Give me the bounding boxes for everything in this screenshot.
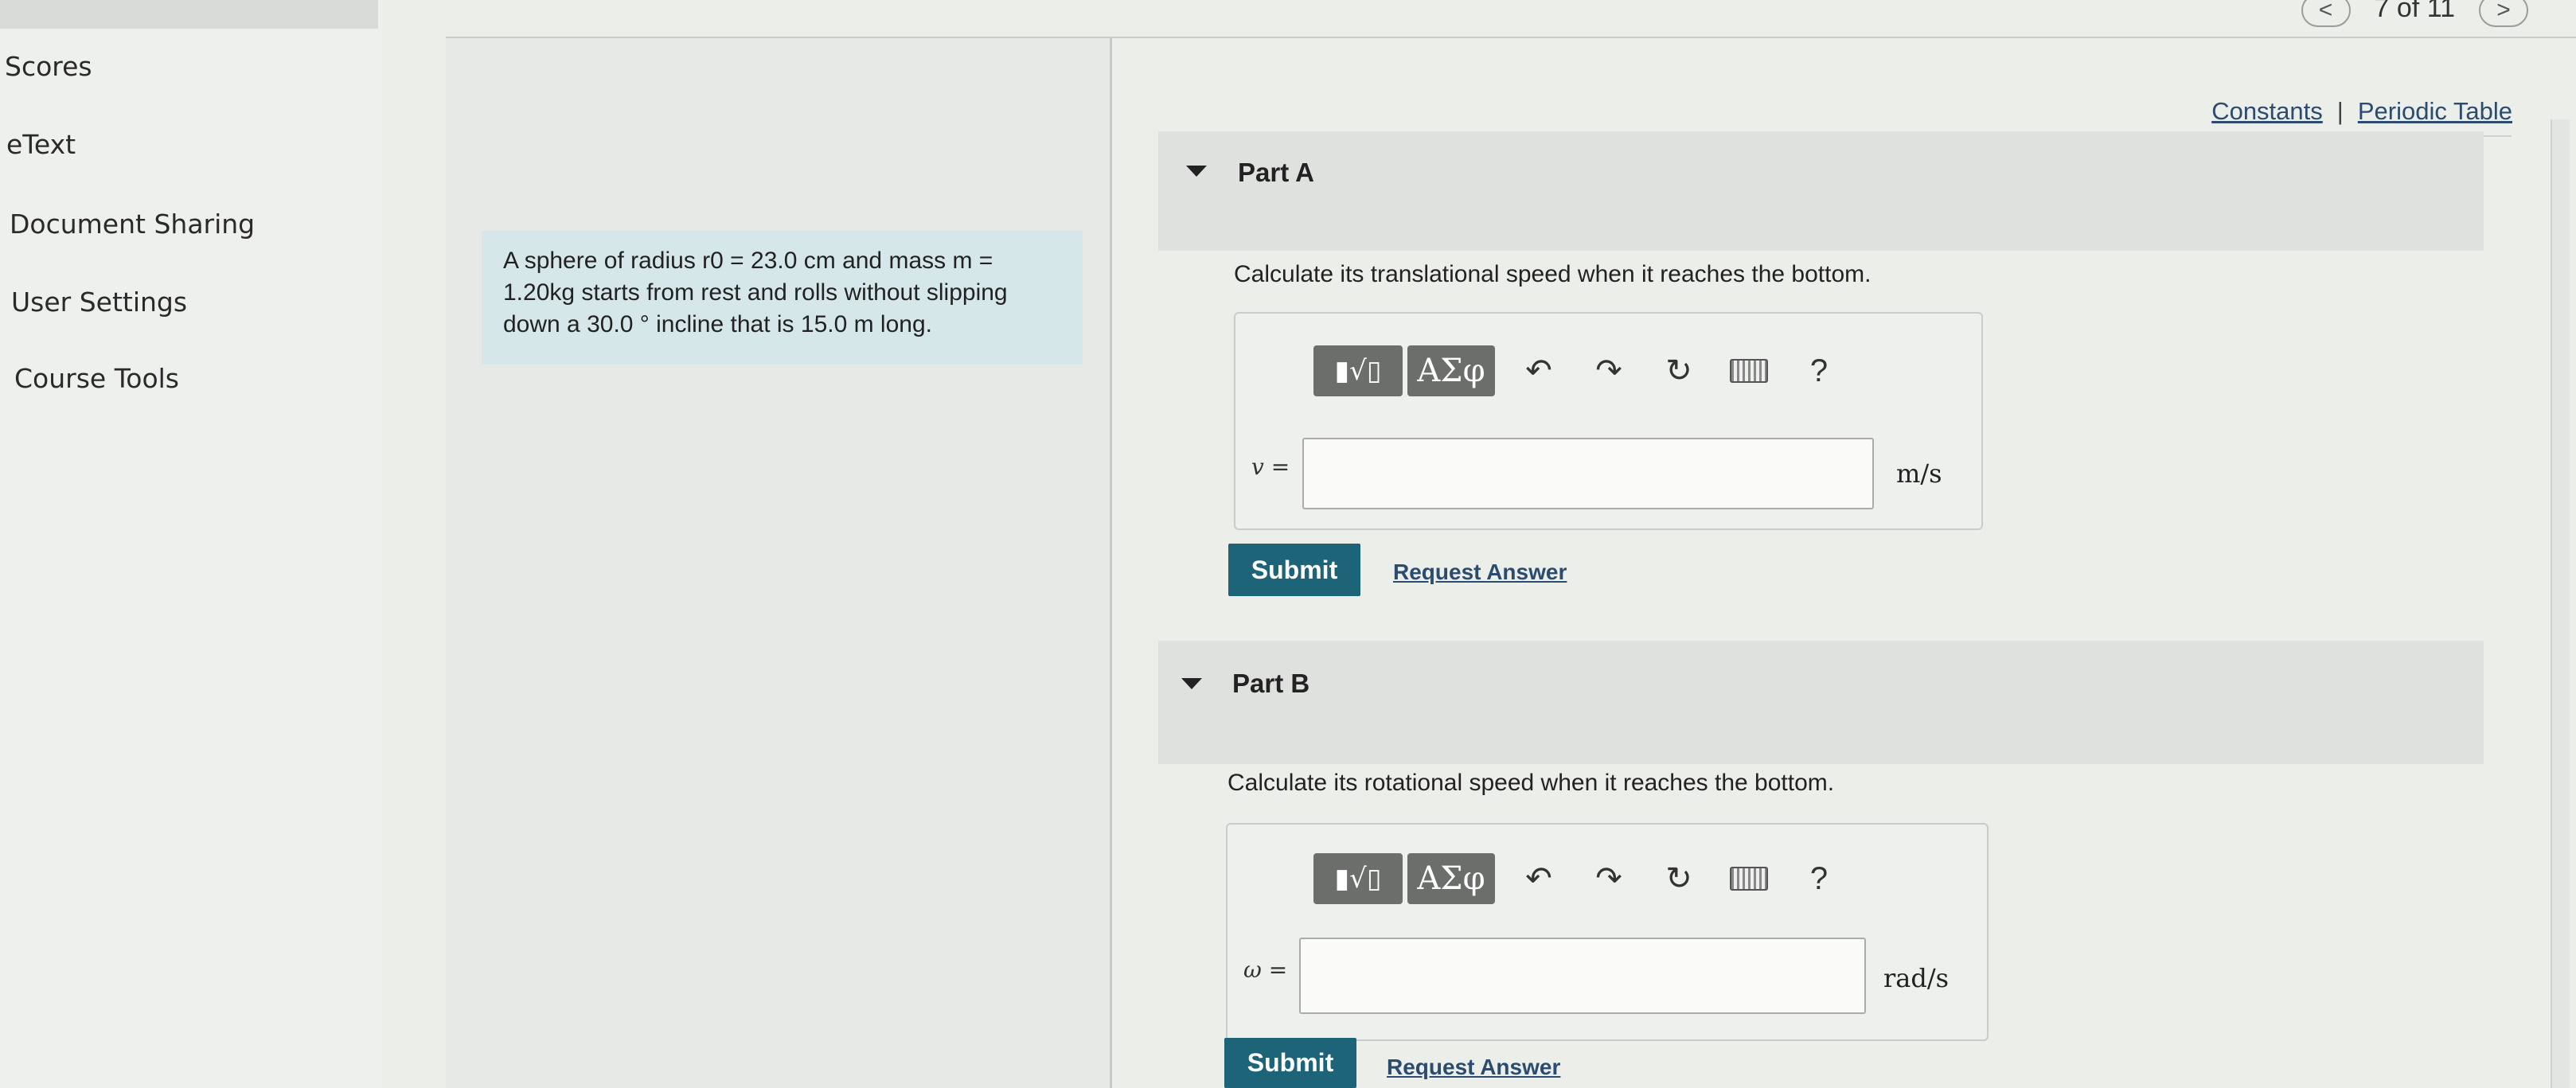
part-a-submit-button[interactable]: Submit — [1228, 544, 1360, 596]
greek-symbols-button[interactable]: ΑΣφ — [1407, 345, 1495, 396]
part-a-title[interactable]: Part A — [1238, 158, 1314, 188]
greek-symbols-button[interactable]: ΑΣφ — [1407, 853, 1495, 904]
redo-icon[interactable]: ↷ — [1583, 345, 1635, 396]
reset-icon[interactable]: ↻ — [1653, 853, 1705, 904]
pager: < 7 of 11 > — [2301, 0, 2528, 27]
keyboard-icon[interactable] — [1723, 853, 1775, 904]
problem-pane — [446, 38, 1112, 1088]
part-b-answer-input[interactable] — [1299, 938, 1866, 1014]
sidebar-item-course-tools[interactable]: Course Tools — [14, 363, 179, 394]
keyboard-icon[interactable] — [1723, 345, 1775, 396]
templates-button[interactable]: ▮√▯ — [1313, 853, 1403, 904]
undo-icon[interactable]: ↶ — [1512, 853, 1565, 904]
sidebar: Scores eText Document Sharing User Setti… — [0, 0, 382, 1088]
prev-item-button[interactable]: < — [2301, 0, 2351, 27]
reset-icon[interactable]: ↻ — [1653, 345, 1705, 396]
problem-statement: A sphere of radius r0 = 23.0 cm and mass… — [503, 248, 1008, 337]
part-b-submit-button[interactable]: Submit — [1224, 1038, 1356, 1088]
sidebar-item-document-sharing[interactable]: Document Sharing — [10, 209, 255, 240]
part-b-math-toolbar: ▮√▯ ΑΣφ ↶ ↷ ↻ ? — [1313, 853, 1845, 904]
help-icon[interactable]: ? — [1793, 853, 1845, 904]
part-b-request-answer-link[interactable]: Request Answer — [1387, 1055, 1560, 1080]
links-separator: | — [2336, 97, 2344, 125]
constants-link[interactable]: Constants — [2211, 97, 2323, 126]
part-b-variable-label: ω = — [1243, 957, 1288, 983]
part-a-collapse-icon[interactable] — [1186, 166, 1207, 177]
part-a-header-band — [1158, 131, 2484, 251]
item-counter: 7 of 11 — [2374, 0, 2455, 23]
part-a-answer-input[interactable] — [1302, 438, 1874, 509]
part-a-variable-label: v = — [1251, 454, 1290, 480]
sidebar-item-user-settings[interactable]: User Settings — [11, 287, 187, 318]
help-icon[interactable]: ? — [1793, 345, 1845, 396]
sidebar-item-etext[interactable]: eText — [6, 129, 76, 160]
templates-button[interactable]: ▮√▯ — [1313, 345, 1403, 396]
periodic-table-link[interactable]: Periodic Table — [2358, 97, 2512, 126]
sidebar-top-bar — [0, 0, 378, 29]
reference-links: Constants | Periodic Table — [2211, 97, 2512, 126]
redo-icon[interactable]: ↷ — [1583, 853, 1635, 904]
page-scrollbar[interactable] — [2551, 119, 2570, 1088]
next-item-button[interactable]: > — [2479, 0, 2528, 27]
part-b-question: Calculate its rotational speed when it r… — [1228, 770, 1835, 796]
part-a-math-toolbar: ▮√▯ ΑΣφ ↶ ↷ ↻ ? — [1313, 345, 1845, 396]
part-b-collapse-icon[interactable] — [1181, 678, 1202, 689]
part-b-header-band — [1158, 641, 2484, 764]
part-a-request-answer-link[interactable]: Request Answer — [1393, 560, 1567, 585]
part-b-unit: rad/s — [1883, 963, 1950, 993]
part-a-question: Calculate its translational speed when i… — [1234, 261, 1872, 287]
sidebar-item-scores[interactable]: Scores — [5, 51, 92, 82]
part-a-unit: m/s — [1896, 458, 1942, 489]
undo-icon[interactable]: ↶ — [1512, 345, 1565, 396]
part-b-title[interactable]: Part B — [1232, 669, 1309, 699]
